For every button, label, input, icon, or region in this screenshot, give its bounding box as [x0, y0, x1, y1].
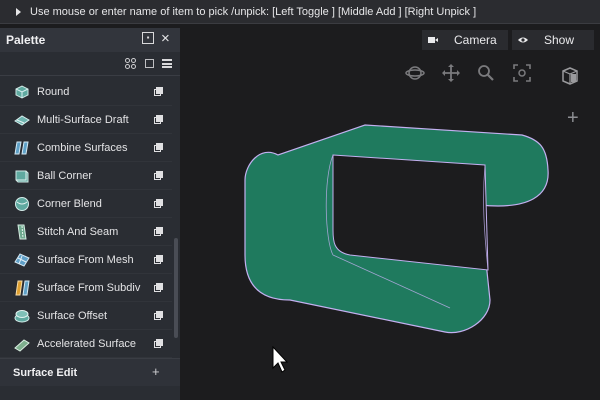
- palette-item-label: Surface From Mesh: [37, 253, 134, 266]
- pan-icon[interactable]: [441, 63, 461, 83]
- palette-toolbar: [0, 52, 180, 76]
- palette-item-label: Ball Corner: [37, 169, 93, 182]
- popout-icon[interactable]: [154, 171, 163, 180]
- draft-icon: [14, 114, 30, 126]
- view-cube-icon[interactable]: [560, 66, 580, 86]
- popout-icon[interactable]: [154, 87, 163, 96]
- mesh-icon: [14, 252, 30, 267]
- zoom-extents-icon[interactable]: [512, 63, 532, 83]
- camera-icon: [428, 37, 438, 43]
- palette-item-surface-from-mesh[interactable]: Surface From Mesh: [0, 246, 172, 274]
- camera-label: Camera: [454, 33, 497, 47]
- palette-item-surface-offset[interactable]: Surface Offset: [0, 302, 172, 330]
- palette-item-label: Multi-Surface Draft: [37, 113, 129, 126]
- status-text: Use mouse or enter name of item to pick …: [30, 5, 477, 18]
- popout-icon[interactable]: [154, 115, 163, 124]
- section-label: Surface Edit: [13, 366, 78, 379]
- palette-item-round[interactable]: Round: [0, 78, 172, 106]
- subdiv-icon: [15, 280, 30, 295]
- popout-icon[interactable]: [154, 199, 163, 208]
- palette-item-label: Stitch And Seam: [37, 225, 119, 238]
- palette-item-ball-corner[interactable]: Ball Corner: [0, 162, 172, 190]
- palette-scrollbar[interactable]: [174, 238, 178, 338]
- popout-icon[interactable]: [154, 255, 163, 264]
- popout-icon[interactable]: [154, 311, 163, 320]
- orbit-icon[interactable]: [405, 63, 425, 83]
- palette-item-surface-from-subdiv[interactable]: Surface From Subdiv: [0, 274, 172, 302]
- close-icon[interactable]: ×: [161, 30, 170, 48]
- corner-blend-icon: [15, 196, 29, 211]
- status-bar: Use mouse or enter name of item to pick …: [0, 0, 600, 24]
- offset-icon: [14, 309, 30, 322]
- ball-corner-icon: [15, 170, 29, 182]
- palette-item-label: Round: [37, 85, 70, 98]
- popout-icon[interactable]: [154, 283, 163, 292]
- palette-item-combine-surfaces[interactable]: Combine Surfaces: [0, 134, 172, 162]
- stitch-icon: [17, 224, 27, 239]
- palette-item-label: Surface Offset: [37, 309, 108, 322]
- palette-title: Palette: [6, 33, 46, 47]
- expand-plus-icon[interactable]: +: [152, 364, 160, 379]
- show-button[interactable]: Show: [512, 30, 594, 50]
- pin-icon[interactable]: ▪: [142, 32, 154, 44]
- popout-icon[interactable]: [154, 339, 163, 348]
- eye-icon: [518, 37, 528, 43]
- popout-icon[interactable]: [154, 143, 163, 152]
- combine-icon: [14, 141, 29, 154]
- palette-item-label: Surface From Subdiv: [37, 281, 141, 294]
- round-icon: [15, 84, 29, 99]
- palette-item-list: Round Multi-Surface Draft Combine Surfac…: [0, 78, 172, 358]
- camera-button[interactable]: Camera: [422, 30, 508, 50]
- palette-item-stitch-and-seam[interactable]: Stitch And Seam: [0, 218, 172, 246]
- mouse-cursor-icon: [272, 346, 288, 373]
- surface-model[interactable]: [230, 110, 570, 350]
- palette-item-label: Combine Surfaces: [37, 141, 128, 154]
- grid-view-icon[interactable]: [125, 58, 136, 69]
- surface-hole: [332, 154, 489, 271]
- palette-item-multi-surface-draft[interactable]: Multi-Surface Draft: [0, 106, 172, 134]
- palette-item-corner-blend[interactable]: Corner Blend: [0, 190, 172, 218]
- palette-header: Palette ▪ ×: [0, 28, 180, 52]
- palette-item-label: Corner Blend: [37, 197, 102, 210]
- zoom-icon[interactable]: [476, 63, 496, 83]
- menu-icon[interactable]: [162, 59, 172, 68]
- palette-item-accelerated-surface[interactable]: Accelerated Surface: [0, 330, 172, 358]
- popout-icon[interactable]: [154, 227, 163, 236]
- show-label: Show: [544, 33, 575, 47]
- play-icon: [16, 7, 21, 16]
- accelerated-icon: [14, 338, 30, 352]
- palette-item-label: Accelerated Surface: [37, 337, 137, 350]
- palette-section-surface-edit[interactable]: Surface Edit +: [0, 358, 180, 386]
- square-icon[interactable]: [145, 59, 154, 68]
